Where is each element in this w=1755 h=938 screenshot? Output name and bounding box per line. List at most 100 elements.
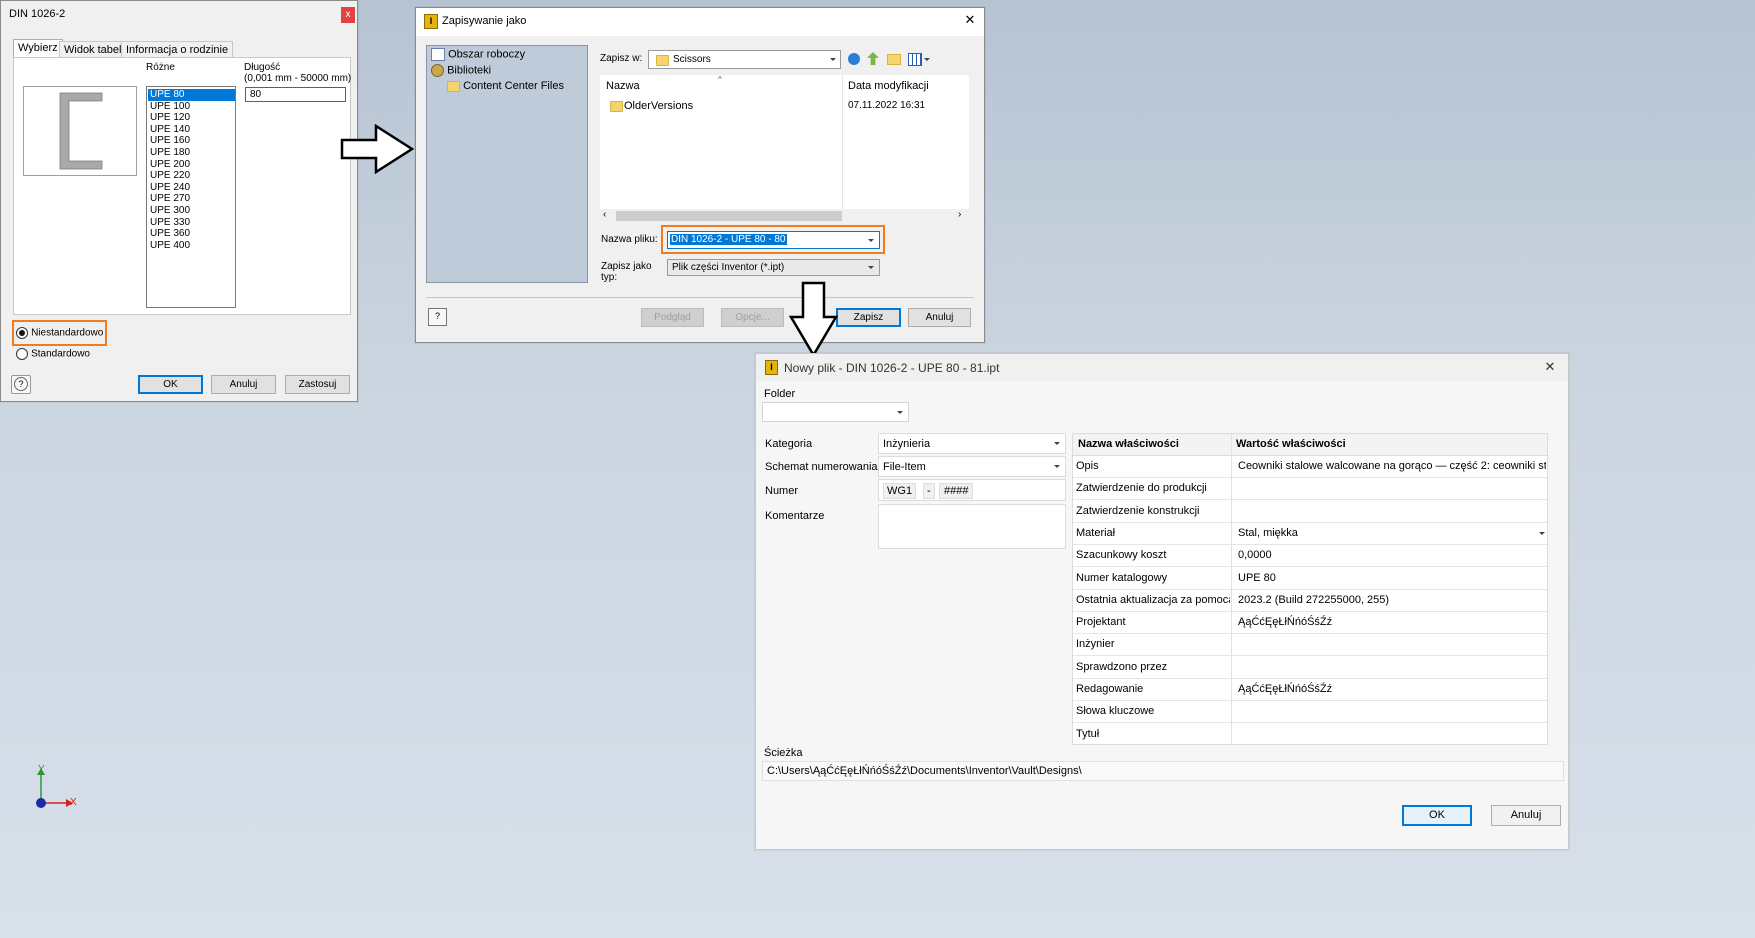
view-menu-chevron-icon[interactable] (924, 58, 930, 61)
chevron-down-icon (1054, 442, 1060, 445)
property-row[interactable]: Materiał Stal, miękka (1073, 522, 1547, 545)
chevron-down-icon[interactable] (1539, 531, 1545, 535)
size-list-item[interactable]: UPE 330 (148, 217, 235, 229)
col-name-header[interactable]: Nazwa (606, 80, 640, 92)
save-cancel-button[interactable]: Anuluj (908, 308, 971, 327)
din-ok-button[interactable]: OK (138, 375, 203, 394)
size-list-item[interactable]: UPE 100 (148, 101, 235, 113)
scheme-select[interactable]: File-Item (878, 456, 1066, 477)
folder-icon (610, 101, 623, 112)
size-list-item[interactable]: UPE 300 (148, 205, 235, 217)
property-row[interactable]: Inżynier (1073, 633, 1547, 657)
right-arrow-icon (340, 124, 415, 174)
property-row[interactable]: Słowa kluczowe (1073, 700, 1547, 724)
property-value[interactable]: 0,0000 (1238, 544, 1546, 566)
size-list-item[interactable]: UPE 400 (148, 240, 235, 252)
number-mask-input[interactable]: #### (939, 483, 974, 499)
property-row[interactable]: Zatwierdzenie konstrukcji (1073, 500, 1547, 523)
back-icon[interactable] (848, 53, 860, 65)
size-list-item[interactable]: UPE 240 (148, 182, 235, 194)
save-close-button[interactable]: ✕ (962, 12, 978, 30)
path-label: Ścieżka (764, 747, 803, 759)
profile-preview (23, 86, 137, 176)
radio-standard[interactable]: Standardowo (16, 348, 90, 361)
category-select[interactable]: Inżynieria (878, 433, 1066, 454)
property-row[interactable]: Projektant ĄąĆćĘęŁłŃńóŚśŹź (1073, 611, 1547, 635)
save-in-select[interactable]: Scissors (648, 50, 841, 69)
new-file-close-button[interactable]: ✕ (1541, 359, 1559, 377)
length-input[interactable]: 80 (245, 87, 346, 102)
location-tree: Obszar roboczy Biblioteki Content Center… (426, 45, 588, 283)
tab-widok-tabeli[interactable]: Widok tabeli (59, 41, 129, 58)
tree-item-libraries[interactable]: Biblioteki (431, 64, 491, 77)
property-name: Inżynier (1076, 638, 1115, 651)
size-list-item[interactable]: UPE 200 (148, 159, 235, 171)
property-value[interactable]: ĄąĆćĘęŁłŃńóŚśŹź (1238, 611, 1546, 633)
help-icon: ? (434, 311, 440, 321)
scroll-thumb[interactable] (616, 211, 842, 221)
channel-profile-icon (59, 92, 103, 170)
property-row[interactable]: Zatwierdzenie do produkcji (1073, 477, 1547, 501)
new-file-ok-button[interactable]: OK (1402, 805, 1472, 826)
file-list-scrollbar[interactable]: ‹ › (600, 209, 969, 223)
save-button[interactable]: Zapisz (836, 308, 901, 327)
property-name: Ostatnia aktualizacja za pomocą (1076, 593, 1230, 606)
filename-input[interactable]: DIN 1026-2 - UPE 80 - 80 (667, 231, 880, 249)
property-value[interactable]: 2023.2 (Build 272255000, 255) (1238, 589, 1546, 611)
folder-select[interactable] (762, 402, 909, 422)
tree-item-content-center[interactable]: Content Center Files (447, 80, 564, 92)
col-date-header[interactable]: Data modyfikacji (848, 80, 929, 92)
property-row[interactable]: Szacunkowy koszt 0,0000 (1073, 544, 1547, 568)
scroll-left-icon[interactable]: ‹ (603, 209, 606, 220)
length-label: Długość (244, 62, 281, 73)
property-row[interactable]: Ostatnia aktualizacja za pomocą 2023.2 (B… (1073, 589, 1547, 612)
type-select[interactable]: Plik części Inventor (*.ipt) (667, 259, 880, 276)
view-menu-icon[interactable] (908, 53, 922, 66)
size-list-item[interactable]: UPE 140 (148, 124, 235, 136)
size-list-item[interactable]: UPE 270 (148, 193, 235, 205)
sort-up-icon: ^ (718, 75, 722, 84)
size-list-item[interactable]: UPE 220 (148, 170, 235, 182)
property-row[interactable]: Opis Ceowniki stalowe walcowane na gorąco… (1073, 455, 1547, 478)
din-apply-button[interactable]: Zastosuj (285, 375, 350, 394)
property-row[interactable]: Numer katalogowy UPE 80 (1073, 567, 1547, 590)
size-list-item[interactable]: UPE 160 (148, 135, 235, 147)
property-value[interactable]: Ceowniki stalowe walcowane na gorąco — c… (1238, 455, 1546, 477)
property-row[interactable]: Sprawdzono przez (1073, 656, 1547, 679)
size-list-item[interactable]: UPE 360 (148, 228, 235, 240)
property-value[interactable]: Stal, miękka (1238, 522, 1546, 544)
chevron-down-icon (868, 266, 874, 269)
save-help-button[interactable]: ? (428, 308, 447, 326)
size-list-item[interactable]: UPE 180 (148, 147, 235, 159)
save-dialog: I Zapisywanie jako ✕ Obszar roboczy Bibl… (415, 7, 985, 343)
file-list[interactable]: Nazwa ^ Data modyfikacji OlderVersions 07… (600, 75, 969, 223)
property-row[interactable]: Redagowanie ĄąĆćĘęŁłŃńóŚśŹź (1073, 678, 1547, 701)
up-folder-icon[interactable] (867, 52, 879, 65)
din-close-button[interactable]: x (341, 7, 355, 23)
size-list[interactable]: UPE 80 UPE 100 UPE 120 UPE 140 UPE 160 UPE 18… (146, 86, 236, 308)
radio-nonstandard[interactable]: Niestandardowo (16, 327, 103, 340)
comments-input[interactable] (878, 504, 1066, 549)
size-list-item[interactable]: UPE 120 (148, 112, 235, 124)
new-file-cancel-button[interactable]: Anuluj (1491, 805, 1561, 826)
help-button[interactable]: ? (11, 375, 31, 394)
file-row[interactable]: OlderVersions 07.11.2022 16:31 (600, 98, 969, 114)
din-cancel-button[interactable]: Anuluj (211, 375, 276, 394)
scheme-label: Schemat numerowania (765, 461, 878, 473)
property-value[interactable]: ĄąĆćĘęŁłŃńóŚśŹź (1238, 678, 1546, 700)
property-value[interactable]: UPE 80 (1238, 567, 1546, 589)
new-folder-icon[interactable] (887, 54, 901, 65)
din-title: DIN 1026-2 (9, 8, 66, 20)
tree-item-workspace[interactable]: Obszar roboczy (431, 48, 525, 61)
tab-wybierz[interactable]: Wybierz (13, 39, 63, 58)
size-list-item[interactable]: UPE 80 (148, 89, 235, 101)
path-field: C:\Users\ĄąĆćĘęŁłŃńóŚśŹź\Documents\Inven… (762, 761, 1564, 781)
new-file-dialog: I Nowy plik - DIN 1026-2 - UPE 80 - 81.i… (755, 353, 1569, 850)
tab-informacja[interactable]: Informacja o rodzinie (121, 41, 234, 58)
preview-button[interactable]: Podgląd (641, 308, 704, 327)
property-row[interactable]: Tytuł (1073, 723, 1547, 744)
length-range: (0,001 mm - 50000 mm) (244, 73, 352, 84)
scroll-right-icon[interactable]: › (958, 209, 961, 220)
options-button[interactable]: Opcje... (721, 308, 784, 327)
axis-y-label: Y (38, 764, 45, 775)
